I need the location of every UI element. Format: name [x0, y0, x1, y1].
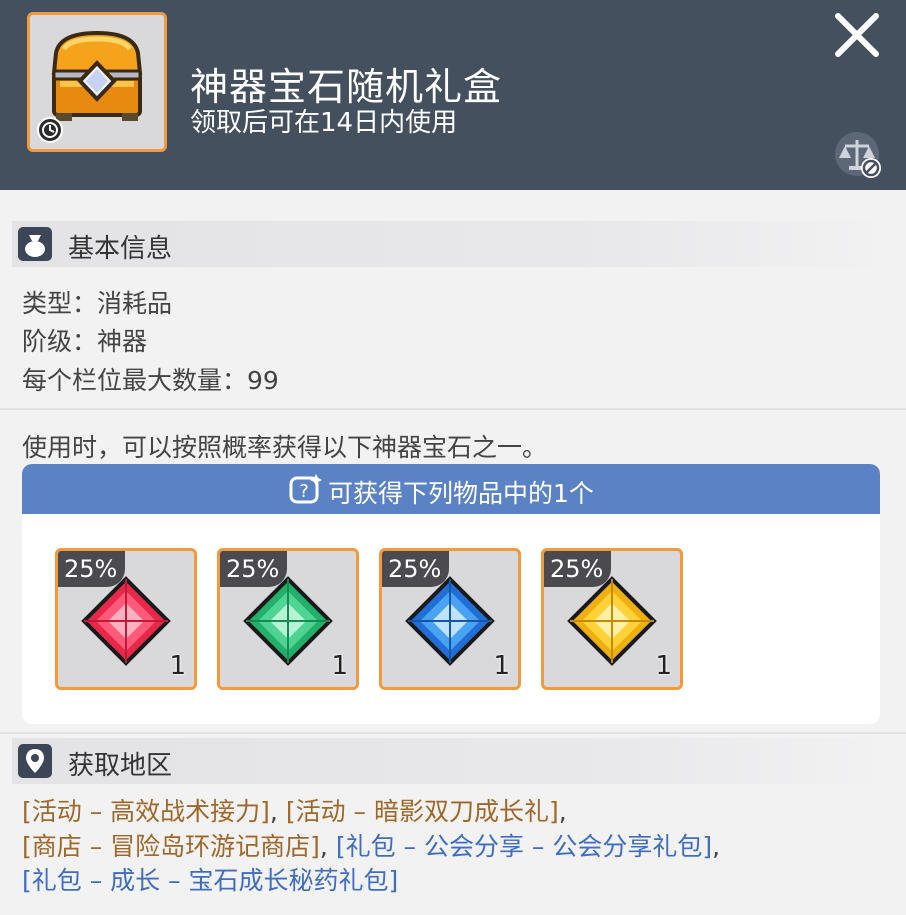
source-link[interactable]: [礼包 – 公会分享 – 公会分享礼包] [336, 832, 712, 861]
reward-slot-red-gem[interactable]: 25% 1 [55, 548, 197, 690]
clock-icon [37, 117, 63, 143]
reward-panel: ? 可获得下列物品中的1个 25% 1 25% 1 25% 1 25% 1 [22, 464, 880, 724]
separator: , [712, 832, 721, 861]
separator: , [269, 797, 286, 826]
info-max-stack: 每个栏位最大数量：99 [22, 366, 279, 395]
acquisition-header: 获取地区 [12, 738, 892, 784]
yellow-gem-icon [567, 576, 657, 666]
item-icon-frame [27, 12, 167, 152]
divider [0, 408, 906, 410]
untradeable-icon [833, 130, 885, 182]
acquisition-heading: 获取地区 [68, 751, 173, 781]
bag-icon [18, 227, 52, 261]
close-icon [835, 13, 879, 57]
close-button[interactable] [830, 8, 884, 62]
chance-badge: 25% [220, 551, 288, 587]
red-gem-icon [81, 576, 171, 666]
separator: , [319, 832, 336, 861]
location-pin-icon [18, 744, 52, 778]
info-grade: 阶级：神器 [22, 327, 148, 356]
quantity: 1 [655, 651, 672, 681]
reward-heading: 可获得下列物品中的1个 [328, 479, 594, 508]
random-box-icon: ? [288, 472, 322, 506]
source-link[interactable]: [活动 – 暗影双刀成长礼] [286, 797, 559, 826]
acquisition-line-3: [礼包 – 成长 – 宝石成长秘药礼包] [22, 861, 398, 897]
item-subtitle: 领取后可在14日内使用 [190, 108, 458, 138]
item-description: 使用时，可以按照概率获得以下神器宝石之一。 [22, 433, 548, 462]
quantity: 1 [493, 651, 510, 681]
reward-slot-green-gem[interactable]: 25% 1 [217, 548, 359, 690]
chance-badge: 25% [544, 551, 612, 587]
green-gem-icon [243, 576, 333, 666]
chance-badge: 25% [58, 551, 126, 587]
quantity: 1 [169, 651, 186, 681]
divider [0, 732, 906, 734]
reward-bar: ? 可获得下列物品中的1个 [22, 464, 880, 514]
acquisition-line-2: [商店 – 冒险岛环游记商店], [礼包 – 公会分享 – 公会分享礼包], [22, 827, 720, 863]
item-header: 神器宝石随机礼盒 领取后可在14日内使用 [0, 0, 906, 190]
acquisition-line-1: [活动 – 高效战术接力], [活动 – 暗影双刀成长礼], [22, 792, 567, 828]
info-type: 类型：消耗品 [22, 289, 173, 318]
separator: , [558, 797, 567, 826]
basic-info-heading: 基本信息 [68, 234, 173, 264]
svg-text:?: ? [299, 481, 309, 502]
blue-gem-icon [405, 576, 495, 666]
source-link[interactable]: [礼包 – 成长 – 宝石成长秘药礼包] [22, 866, 398, 895]
reward-slot-blue-gem[interactable]: 25% 1 [379, 548, 521, 690]
source-link[interactable]: [商店 – 冒险岛环游记商店] [22, 832, 320, 861]
source-link[interactable]: [活动 – 高效战术接力] [22, 797, 270, 826]
quantity: 1 [331, 651, 348, 681]
basic-info-header: 基本信息 [12, 221, 892, 267]
chance-badge: 25% [382, 551, 450, 587]
reward-slot-yellow-gem[interactable]: 25% 1 [541, 548, 683, 690]
